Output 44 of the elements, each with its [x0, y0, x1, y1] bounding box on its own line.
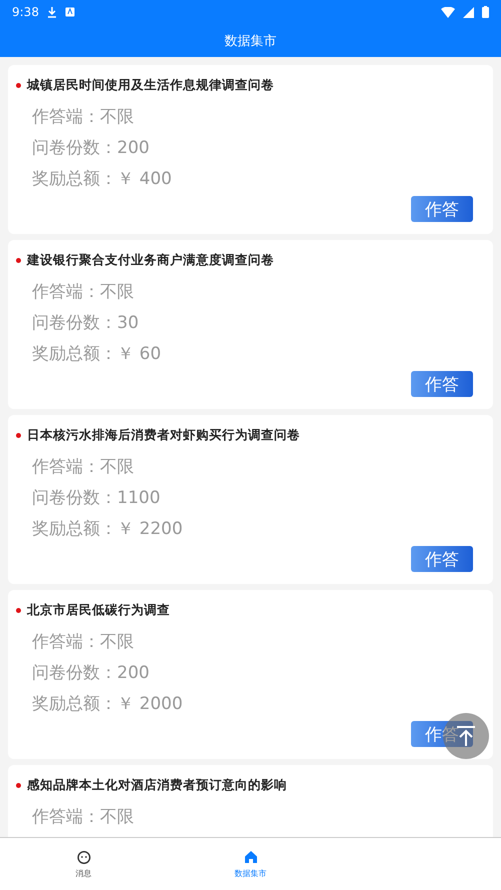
- answer-button[interactable]: 作答: [411, 546, 473, 572]
- copies-text: 问卷份数：200: [31, 137, 150, 160]
- survey-title: 建设银行聚合支付业务商户满意度调查问卷: [27, 252, 274, 269]
- platform-text: 作答端：不限: [31, 456, 135, 479]
- notification-icon: [64, 7, 75, 17]
- bullet-icon: [16, 608, 21, 613]
- survey-card[interactable]: 日本核污水排海后消费者对虾购买行为调查问卷 作答端：不限 问卷份数：1100 奖励总额：￥ 2200 作答: [8, 415, 493, 584]
- home-icon: [244, 850, 258, 864]
- signal-icon: [463, 6, 474, 18]
- bullet-icon: [16, 83, 21, 88]
- answer-button[interactable]: 作答: [411, 721, 473, 747]
- platform-text: 作答端：不限: [31, 281, 135, 304]
- nav-tab[interactable]: 消息: [0, 838, 167, 890]
- status-time: 9:38: [12, 5, 39, 19]
- answer-button[interactable]: 作答: [411, 196, 473, 222]
- survey-title: 感知品牌本土化对酒店消费者预订意向的影响: [27, 777, 287, 794]
- survey-title: 日本核污水排海后消费者对虾购买行为调查问卷: [27, 427, 300, 444]
- bullet-icon: [16, 433, 21, 438]
- face-icon: [76, 850, 90, 864]
- page-title: 数据集市: [224, 32, 276, 50]
- survey-card[interactable]: 建设银行聚合支付业务商户满意度调查问卷 作答端：不限 问卷份数：30 奖励总额：￥ 60 作答: [8, 240, 493, 409]
- platform-text: 作答端：不限: [31, 806, 135, 829]
- platform-text: 作答端：不限: [31, 631, 135, 654]
- reward-text: 奖励总额：￥ 2000: [31, 693, 184, 716]
- answer-button[interactable]: 作答: [411, 371, 473, 397]
- survey-card[interactable]: 城镇居民时间使用及生活作息规律调查问卷 作答端：不限 问卷份数：200 奖励总额：￥ 400 作答: [8, 65, 493, 234]
- nav-tab[interactable]: 数据集市: [167, 838, 334, 890]
- copies-text: 问卷份数：1100: [31, 487, 162, 510]
- survey-card[interactable]: 北京市居民低碳行为调查 作答端：不限 问卷份数：200 奖励总额：￥ 2000 作答: [8, 590, 493, 759]
- survey-title: 北京市居民低碳行为调查: [27, 602, 170, 619]
- survey-title: 城镇居民时间使用及生活作息规律调查问卷: [27, 77, 274, 94]
- reward-text: 奖励总额：￥ 400: [31, 168, 173, 191]
- battery-icon: [482, 6, 489, 18]
- download-icon: [46, 6, 57, 18]
- platform-text: 作答端：不限: [31, 106, 135, 129]
- bullet-icon: [16, 258, 21, 263]
- reward-text: 奖励总额：￥ 2200: [31, 518, 184, 541]
- wifi-icon: [441, 6, 455, 18]
- survey-card[interactable]: 感知品牌本土化对酒店消费者预订意向的影响 作答端：不限: [8, 765, 493, 837]
- copies-text: 问卷份数：30: [31, 312, 140, 335]
- scroll-to-top-button[interactable]: [443, 713, 489, 759]
- reward-text: 奖励总额：￥ 60: [31, 343, 162, 366]
- bullet-icon: [16, 783, 21, 788]
- copies-text: 问卷份数：200: [31, 662, 150, 685]
